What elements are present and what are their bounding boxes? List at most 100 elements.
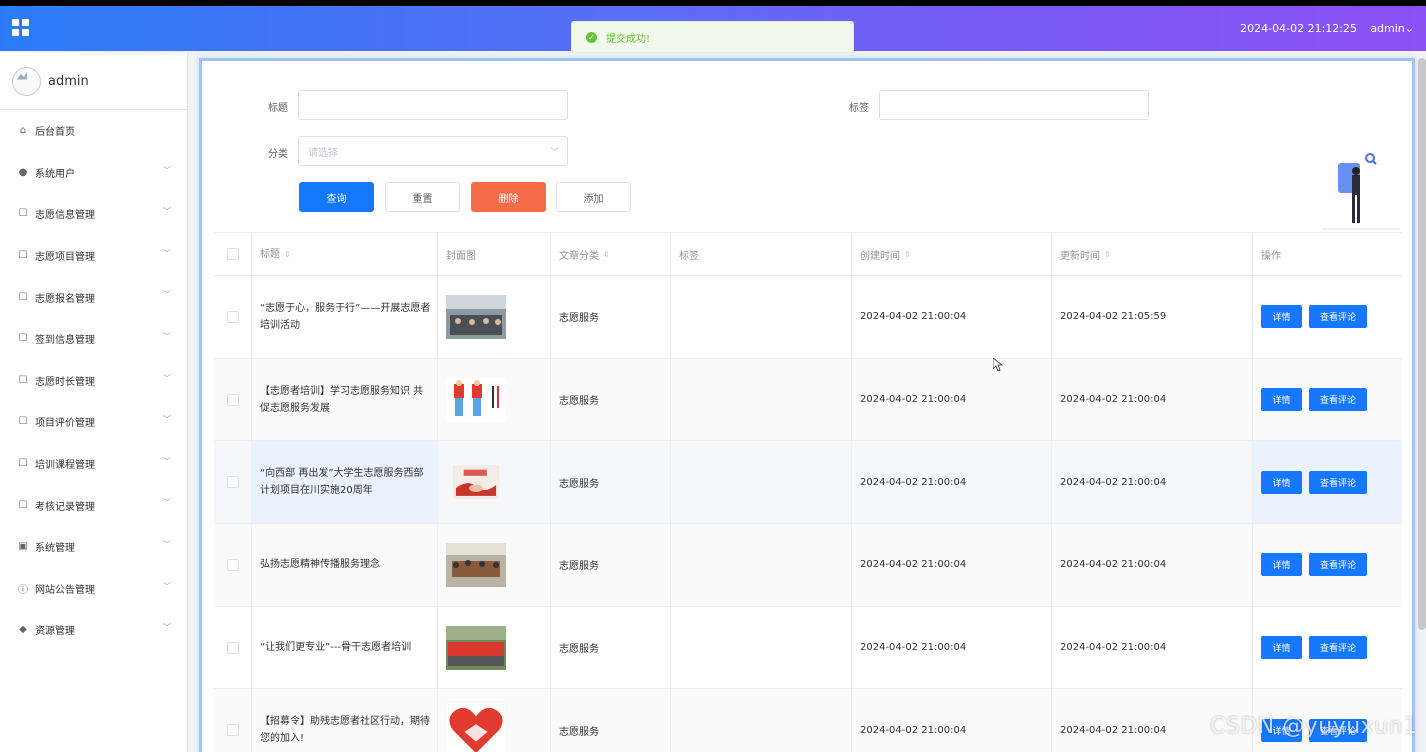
view-comments-button[interactable]: 查看评论 bbox=[1309, 470, 1367, 494]
chevron-down-icon: ﹀ bbox=[163, 331, 171, 341]
row-checkbox[interactable] bbox=[226, 393, 239, 406]
menu-grid-icon[interactable] bbox=[12, 19, 30, 37]
select-all-checkbox-cell bbox=[214, 233, 252, 275]
sidebar-item-system[interactable]: ▣ 系统管理 ﹀ bbox=[0, 526, 187, 568]
success-toast: ✓ 提交成功! bbox=[571, 21, 854, 53]
row-created: 2024-04-02 21:00:04 bbox=[852, 276, 1052, 358]
row-checkbox-cell bbox=[214, 689, 252, 752]
sidebar-item-system-users[interactable]: ● 系统用户 ﹀ bbox=[0, 152, 187, 194]
sidebar-item-checkins[interactable]: ☐ 签到信息管理 ﹀ bbox=[0, 318, 187, 360]
select-all-checkbox[interactable] bbox=[226, 248, 239, 260]
sort-icon[interactable]: ⇕ bbox=[284, 246, 291, 263]
chevron-down-icon: ﹀ bbox=[163, 248, 171, 258]
view-comments-button[interactable]: 查看评论 bbox=[1309, 305, 1367, 329]
row-checkbox-cell bbox=[214, 276, 252, 358]
sidebar-item-assessments[interactable]: ☐ 考核记录管理 ﹀ bbox=[0, 484, 187, 526]
page-scrollbar[interactable] bbox=[1418, 58, 1426, 630]
sidebar-item-resources[interactable]: ◆ 资源管理 ﹀ bbox=[0, 609, 187, 651]
query-button[interactable]: 查询 bbox=[299, 182, 374, 212]
table-row[interactable]: “志愿于心，服务于行”——开展志愿者培训活动 志愿服务 2024-04-02 2… bbox=[214, 276, 1402, 359]
chevron-down-icon: ﹀ bbox=[549, 148, 559, 158]
document-icon: ☐ bbox=[18, 374, 28, 386]
row-checkbox[interactable] bbox=[226, 558, 239, 571]
sidebar-item-registrations[interactable]: ☐ 志愿报名管理 ﹀ bbox=[0, 276, 187, 318]
add-button[interactable]: 添加 bbox=[556, 182, 631, 212]
detail-button[interactable]: 详情 bbox=[1261, 305, 1302, 329]
col-created[interactable]: 创建时间 ⇕ bbox=[852, 233, 1052, 275]
chevron-down-icon: ﹀ bbox=[163, 415, 171, 425]
col-updated[interactable]: 更新时间 ⇕ bbox=[1052, 233, 1253, 275]
row-category: 志愿服务 bbox=[551, 276, 671, 358]
row-updated: 2024-04-02 21:00:04 bbox=[1052, 606, 1253, 689]
table-row[interactable]: 【志愿者培训】学习志愿服务知识 共促志愿服务发展 志愿服务 2024-04-02… bbox=[214, 358, 1402, 442]
row-checkbox[interactable] bbox=[226, 724, 239, 737]
view-comments-button[interactable]: 查看评论 bbox=[1309, 553, 1367, 577]
picture-icon: ▣ bbox=[18, 541, 28, 553]
row-updated: 2024-04-02 21:00:04 bbox=[1052, 524, 1253, 606]
row-created: 2024-04-02 21:00:04 bbox=[852, 606, 1052, 689]
row-title: 【招募令】助残志愿者社区行动，期待您的加入! bbox=[252, 689, 438, 752]
sidebar-item-announcements[interactable]: ⓘ 网站公告管理 ﹀ bbox=[0, 568, 187, 610]
sidebar-item-volunteer-info[interactable]: ☐ 志愿信息管理 ﹀ bbox=[0, 193, 187, 235]
col-category-label: 文章分类 bbox=[559, 250, 599, 262]
sidebar-item-hours[interactable]: ☐ 志愿时长管理 ﹀ bbox=[0, 360, 187, 402]
row-tag bbox=[671, 441, 852, 524]
col-category[interactable]: 文章分类 ⇕ bbox=[551, 233, 671, 275]
reset-button[interactable]: 重置 bbox=[385, 182, 460, 212]
row-checkbox[interactable] bbox=[226, 476, 239, 489]
table-row[interactable]: “向西部 再出发”大学生志愿服务西部计划项目在川实施20周年 志愿服务 2024… bbox=[214, 441, 1402, 525]
document-icon: ☐ bbox=[18, 291, 28, 303]
detail-button[interactable]: 详情 bbox=[1261, 553, 1302, 577]
table-row[interactable]: 弘扬志愿精神传播服务理念 志愿服务 2024-04-02 21:00:04 20… bbox=[214, 524, 1402, 607]
col-ops: 操作 bbox=[1253, 233, 1402, 275]
sidebar-item-label: 志愿报名管理 bbox=[35, 293, 95, 305]
col-title[interactable]: 标题 ⇕ bbox=[252, 233, 438, 275]
person-search-illustration bbox=[1322, 153, 1400, 230]
table-header: 标题 ⇕ 封面图 文章分类 ⇕ 标签 创建时间 ⇕ 更新时间 ⇕ 操作 bbox=[214, 233, 1402, 276]
tag-filter-input[interactable] bbox=[879, 90, 1149, 120]
toast-message: 提交成功! bbox=[606, 33, 651, 45]
detail-button[interactable]: 详情 bbox=[1261, 388, 1302, 412]
document-icon: ☐ bbox=[18, 333, 28, 345]
row-title: 弘扬志愿精神传播服务理念 bbox=[252, 524, 438, 606]
detail-button[interactable]: 详情 bbox=[1261, 636, 1302, 660]
sidebar-item-label: 后台首页 bbox=[35, 127, 75, 139]
delete-button[interactable]: 删除 bbox=[471, 182, 546, 212]
chevron-down-icon: ﹀ bbox=[163, 373, 171, 383]
row-tag bbox=[671, 524, 852, 606]
sidebar-item-volunteer-projects[interactable]: ☐ 志愿项目管理 ﹀ bbox=[0, 235, 187, 277]
sidebar-item-label: 培训课程管理 bbox=[35, 460, 95, 472]
row-checkbox-cell bbox=[214, 441, 252, 524]
row-category: 志愿服务 bbox=[551, 689, 671, 752]
category-filter-label: 分类 bbox=[268, 149, 288, 160]
title-filter-input[interactable] bbox=[298, 90, 568, 120]
sidebar-item-label: 签到信息管理 bbox=[35, 335, 95, 347]
document-icon: ☐ bbox=[18, 458, 28, 470]
sort-icon[interactable]: ⇕ bbox=[1104, 250, 1111, 259]
chevron-down-icon: ﹀ bbox=[163, 165, 171, 175]
sidebar-item-courses[interactable]: ☐ 培训课程管理 ﹀ bbox=[0, 443, 187, 485]
location-icon: ◆ bbox=[19, 624, 27, 636]
row-ops: 详情 查看评论 bbox=[1253, 441, 1402, 524]
chevron-down-icon: ﹀ bbox=[163, 498, 171, 508]
detail-button[interactable]: 详情 bbox=[1261, 470, 1302, 494]
sidebar-item-label: 项目评价管理 bbox=[35, 418, 95, 430]
sidebar-item-label: 志愿时长管理 bbox=[35, 376, 95, 388]
row-checkbox[interactable] bbox=[226, 641, 239, 654]
view-comments-button[interactable]: 查看评论 bbox=[1309, 388, 1367, 412]
view-comments-button[interactable]: 查看评论 bbox=[1309, 636, 1367, 660]
main-panel: 标题 标签 分类 请选择 ﹀ 查询 重置 删除 添加 标题 ⇕ 封面图 文章分类… bbox=[199, 58, 1415, 752]
cover-image bbox=[446, 377, 506, 422]
table-row[interactable]: “让我们更专业”---骨干志愿者培训 志愿服务 2024-04-02 21:00… bbox=[214, 606, 1402, 690]
category-select-placeholder: 请选择 bbox=[308, 147, 338, 159]
sidebar-item-home[interactable]: ⌂ 后台首页 bbox=[0, 110, 187, 152]
row-checkbox-cell bbox=[214, 358, 252, 441]
sidebar-item-evaluations[interactable]: ☐ 项目评价管理 ﹀ bbox=[0, 401, 187, 443]
row-ops: 详情 查看评论 bbox=[1253, 276, 1402, 358]
row-checkbox[interactable] bbox=[226, 310, 239, 323]
sort-icon[interactable]: ⇕ bbox=[603, 250, 610, 259]
user-menu[interactable]: admin⌄ bbox=[1370, 22, 1414, 35]
category-select[interactable]: 请选择 ﹀ bbox=[298, 136, 568, 166]
chevron-down-icon: ﹀ bbox=[163, 623, 171, 633]
sort-icon[interactable]: ⇕ bbox=[904, 250, 911, 259]
